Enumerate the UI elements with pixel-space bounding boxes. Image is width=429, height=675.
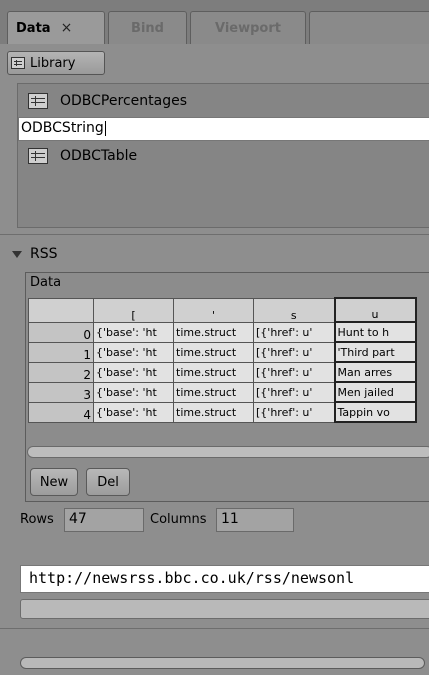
- table-cell[interactable]: [{'href': u': [253, 361, 335, 383]
- url-input[interactable]: http://newsrss.bbc.co.uk/rss/newsonl: [20, 565, 429, 593]
- table-header-row: [ ' s u: [28, 297, 417, 323]
- table-cell[interactable]: time.struct: [173, 381, 254, 403]
- data-table: [ ' s u 0 {'base': 'ht time.struct [{'hr…: [28, 297, 417, 423]
- tab-data[interactable]: Data ×: [7, 11, 105, 44]
- row-number[interactable]: 4: [28, 401, 94, 423]
- table-cell[interactable]: 'Third part: [333, 341, 417, 363]
- columns-count-value: 11: [221, 511, 239, 527]
- table-row: 2 {'base': 'ht time.struct [{'href': u' …: [28, 361, 417, 383]
- tab-bind-label: Bind: [131, 20, 164, 36]
- table-cell[interactable]: time.struct: [173, 341, 254, 363]
- table-row: 0 {'base': 'ht time.struct [{'href': u' …: [28, 321, 417, 343]
- table-row: 3 {'base': 'ht time.struct [{'href': u' …: [28, 381, 417, 403]
- table-row: 4 {'base': 'ht time.struct [{'href': u' …: [28, 401, 417, 423]
- table-cell[interactable]: time.struct: [173, 321, 254, 343]
- column-header-selected[interactable]: u: [333, 297, 417, 323]
- row-number[interactable]: 1: [28, 341, 94, 363]
- table-row: 1 {'base': 'ht time.struct [{'href': u' …: [28, 341, 417, 363]
- table-cell[interactable]: [{'href': u': [253, 381, 335, 403]
- close-icon[interactable]: ×: [61, 20, 73, 36]
- row-number[interactable]: 3: [28, 381, 94, 403]
- rss-data-frame: Data [ ' s u 0 {'base': 'ht time.struct …: [25, 272, 429, 502]
- tab-bind[interactable]: Bind: [108, 11, 187, 44]
- tab-viewport[interactable]: Viewport: [190, 11, 306, 44]
- columns-label: Columns: [150, 512, 207, 527]
- column-header[interactable]: ': [173, 297, 254, 323]
- table-grid-icon: [28, 93, 48, 109]
- text-caret: [104, 120, 106, 136]
- url-value: http://newsrss.bbc.co.uk/rss/newsonl: [29, 569, 355, 587]
- table-grid-icon: [28, 148, 48, 164]
- library-item-odbcpercentages[interactable]: ODBCPercentages: [28, 90, 187, 112]
- data-label: Data: [30, 275, 62, 290]
- library-item-rename-value: ODBCString: [21, 120, 104, 136]
- rows-count-field[interactable]: 47: [64, 508, 144, 532]
- delete-button[interactable]: Del: [86, 468, 130, 496]
- library-item-rename-field[interactable]: ODBCString: [18, 117, 429, 141]
- triangle-down-icon[interactable]: [12, 250, 22, 258]
- table-cell[interactable]: Hunt to h: [333, 321, 417, 343]
- delete-button-label: Del: [97, 474, 119, 490]
- rss-section-title: RSS: [30, 246, 58, 262]
- table-cell[interactable]: {'base': 'ht: [93, 361, 174, 383]
- column-header[interactable]: s: [253, 297, 335, 323]
- rss-section-header[interactable]: RSS: [12, 246, 58, 262]
- table-cell[interactable]: [{'href': u': [253, 341, 335, 363]
- column-header[interactable]: [: [93, 297, 174, 323]
- panel-horizontal-scrollbar[interactable]: [20, 657, 425, 669]
- table-cell[interactable]: {'base': 'ht: [93, 401, 174, 423]
- table-cell[interactable]: {'base': 'ht: [93, 341, 174, 363]
- library-button[interactable]: Library: [7, 51, 105, 75]
- table-horizontal-scrollbar[interactable]: [27, 446, 429, 458]
- library-item-odbctable[interactable]: ODBCTable: [28, 145, 137, 167]
- tab-empty: [309, 11, 429, 44]
- corner-cell: [28, 297, 94, 323]
- row-number[interactable]: 0: [28, 321, 94, 343]
- new-button[interactable]: New: [30, 468, 78, 496]
- library-item-label: ODBCPercentages: [60, 93, 187, 109]
- library-button-label: Library: [30, 55, 76, 71]
- table-cell[interactable]: [{'href': u': [253, 321, 335, 343]
- new-button-label: New: [39, 474, 69, 490]
- table-cell[interactable]: {'base': 'ht: [93, 321, 174, 343]
- table-cell[interactable]: [{'href': u': [253, 401, 335, 423]
- columns-count-field[interactable]: 11: [216, 508, 294, 532]
- url-scrollbar[interactable]: [20, 599, 429, 619]
- table-cell[interactable]: Men jailed: [333, 381, 417, 403]
- row-number[interactable]: 2: [28, 361, 94, 383]
- tab-bar: Data × Bind Viewport: [0, 0, 429, 44]
- table-cell[interactable]: Tappin vo: [333, 401, 417, 423]
- table-cell[interactable]: time.struct: [173, 401, 254, 423]
- divider: [0, 234, 429, 235]
- tab-data-label: Data: [16, 20, 51, 36]
- library-item-label: ODBCTable: [60, 148, 138, 164]
- rows-label: Rows: [20, 512, 54, 527]
- divider: [0, 628, 429, 629]
- rows-count-value: 47: [69, 511, 87, 527]
- tab-viewport-label: Viewport: [215, 20, 281, 36]
- table-cell[interactable]: time.struct: [173, 361, 254, 383]
- table-grid-icon: [11, 57, 25, 69]
- table-cell[interactable]: Man arres: [333, 361, 417, 383]
- table-cell[interactable]: {'base': 'ht: [93, 381, 174, 403]
